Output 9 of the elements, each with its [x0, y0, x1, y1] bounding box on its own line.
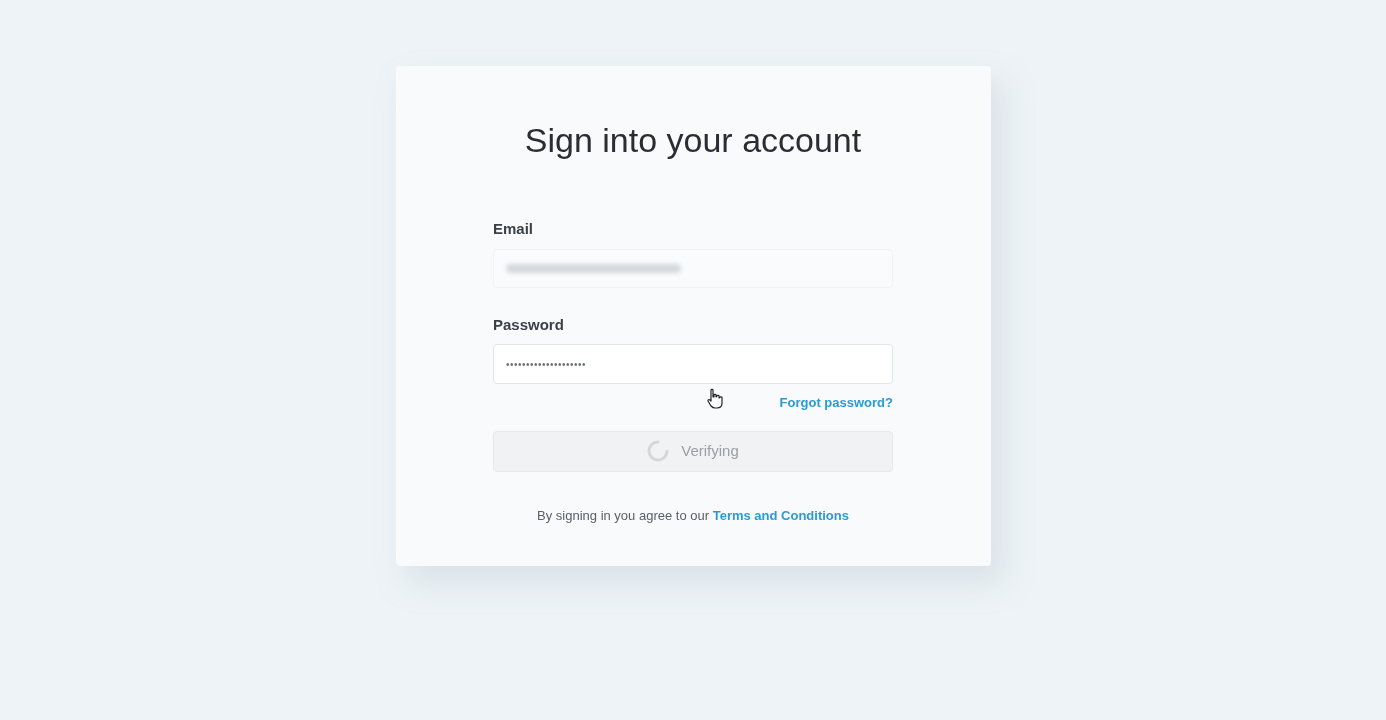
pointer-cursor-icon: [706, 388, 724, 409]
email-field[interactable]: [493, 248, 893, 288]
password-field[interactable]: ••••••••••••••••••••: [493, 344, 893, 384]
card-title: Sign into your account: [524, 120, 862, 160]
terms-link[interactable]: Terms and Conditions: [712, 507, 849, 523]
terms-text: By signing in you agree to our Terms and Conditions: [537, 506, 849, 525]
forgot-password-link[interactable]: Forgot password?: [779, 393, 893, 413]
field-label: Password: [493, 314, 564, 335]
field-label: Email: [493, 219, 534, 239]
